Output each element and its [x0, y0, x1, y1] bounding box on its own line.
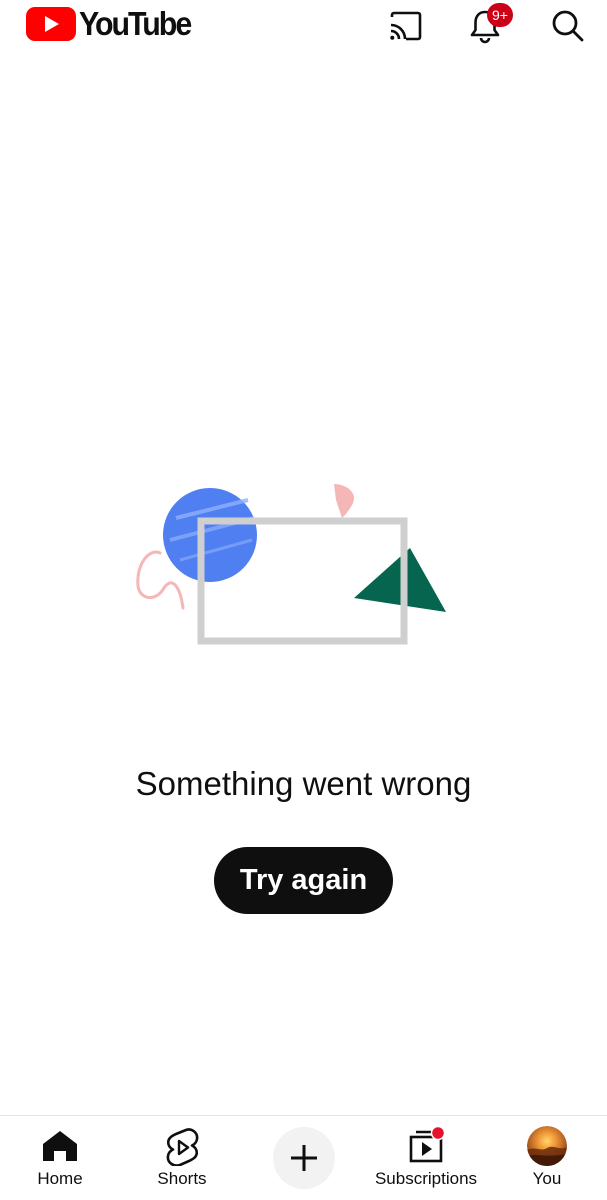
error-message: Something went wrong	[135, 765, 472, 802]
nav-shorts-label: Shorts	[157, 1169, 207, 1188]
search-icon	[552, 10, 584, 42]
notification-badge: 9+	[487, 3, 513, 27]
nav-home[interactable]: Home	[20, 1116, 100, 1200]
nav-subscriptions[interactable]: Subscriptions	[366, 1116, 486, 1200]
create-button[interactable]	[273, 1127, 335, 1189]
nav-shorts[interactable]: Shorts	[142, 1116, 222, 1200]
cast-icon	[390, 11, 422, 41]
logo-wordmark: YouTube	[79, 5, 192, 42]
subscriptions-icon	[404, 1126, 448, 1166]
nav-you[interactable]: You	[507, 1116, 587, 1200]
youtube-logo[interactable]: YouTube	[26, 6, 200, 42]
home-icon	[40, 1126, 80, 1166]
youtube-logo-icon	[26, 7, 76, 41]
cast-button[interactable]	[383, 4, 427, 48]
bottom-navigation: Home Shorts Subscriptions You	[0, 1115, 607, 1200]
avatar	[527, 1126, 567, 1166]
try-again-button[interactable]: Try again	[214, 847, 393, 914]
plus-icon	[291, 1145, 317, 1171]
nav-subscriptions-label: Subscriptions	[374, 1169, 478, 1188]
shorts-icon	[162, 1126, 202, 1166]
top-app-bar: YouTube 9+	[0, 0, 607, 52]
search-button[interactable]	[545, 4, 589, 48]
nav-home-label: Home	[37, 1169, 83, 1188]
error-illustration	[136, 484, 446, 645]
nav-you-label: You	[532, 1169, 562, 1188]
